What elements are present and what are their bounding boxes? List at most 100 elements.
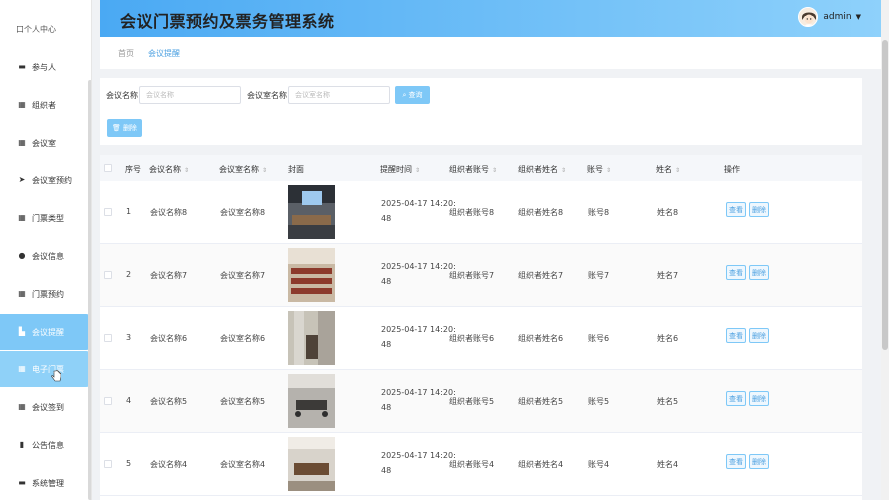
table-row: 5 会议名称4 会议室名称4 组织者账号4 组织者姓名4 账号4 姓名4 2025-04-17…	[100, 433, 862, 496]
cell-remind-time-seconds: 48	[381, 403, 392, 412]
delete-button[interactable]: 删除	[749, 328, 769, 343]
cell-room-name: 会议室名称4	[220, 460, 266, 469]
row-checkbox[interactable]	[104, 334, 112, 342]
col-meeting-name[interactable]: 会议名称 ⇕	[149, 164, 189, 175]
cover-image	[288, 311, 335, 365]
sidebar-item-label: 门票类型	[32, 213, 64, 223]
col-label: 组织者账号	[449, 165, 489, 174]
room-name-input[interactable]: 会议室名称	[288, 86, 390, 104]
cell-remind-time-seconds: 48	[381, 340, 392, 349]
sidebar-item-meeting-room[interactable]: ▦ 会议室	[0, 125, 91, 161]
delete-button[interactable]: 删除	[749, 454, 769, 469]
page-scrollbar[interactable]	[881, 0, 889, 500]
select-all-checkbox[interactable]	[104, 164, 112, 172]
sidebar-item-label: 会议提醒	[32, 327, 64, 337]
col-label: 会议室名称	[219, 165, 259, 174]
table-row: 4 会议名称5 会议室名称5 组织者账号5 组织者姓名5 账号5 姓名5 2025-04-17…	[100, 370, 862, 433]
cell-remind-time: 2025-04-17 14:20:	[381, 199, 456, 208]
col-org-name[interactable]: 组织者姓名 ⇕	[518, 164, 566, 175]
reminder-table: 序号 会议名称 ⇕ 会议室名称 ⇕ 封面 提醒时间 ⇕ 组织者账号 ⇕ 组织者姓名 ⇕ 账…	[100, 155, 862, 500]
scrollbar-thumb[interactable]	[882, 40, 888, 350]
cell-remind-time-seconds: 48	[381, 277, 392, 286]
view-button[interactable]: 查看	[726, 265, 746, 280]
cell-name: 姓名5	[657, 397, 679, 406]
breadcrumb: 首页 会议提醒	[100, 37, 881, 69]
delete-button[interactable]: 删除	[749, 202, 769, 217]
sort-icon: ⇕	[606, 167, 612, 174]
sort-icon: ⇕	[675, 167, 681, 174]
cell-index: 1	[126, 207, 132, 216]
batch-delete-label: 删除	[122, 124, 137, 132]
cell-index: 3	[126, 333, 132, 342]
col-label: 会议名称	[149, 165, 181, 174]
location-icon: ●	[18, 251, 26, 260]
breadcrumb-current: 会议提醒	[148, 48, 180, 58]
cell-org-name: 组织者姓名4	[518, 460, 564, 469]
sidebar-item-meeting-reminder[interactable]: ▙ 会议提醒	[0, 314, 91, 350]
breadcrumb-home[interactable]: 首页	[118, 48, 134, 59]
cell-account: 账号7	[588, 271, 610, 280]
sidebar-item-check-in[interactable]: ▦ 会议签到	[0, 389, 91, 425]
sidebar-item-label: 公告信息	[32, 440, 64, 450]
sidebar-item-announcements[interactable]: ▮ 公告信息	[0, 427, 91, 463]
top-header: 会议门票预约及票务管理系统 admin ▼	[100, 0, 881, 37]
cell-room-name: 会议室名称5	[220, 397, 266, 406]
table-row: 1 会议名称8 会议室名称8 组织者账号8 组织者姓名8 账号8 姓名8 2025-04-17…	[100, 181, 862, 244]
grid-icon: ▦	[18, 138, 26, 147]
table-row: 2 会议名称7 会议室名称7 组织者账号7 组织者姓名7 账号7 姓名7 2025-04-17…	[100, 244, 862, 307]
room-name-label: 会议室名称	[247, 91, 287, 100]
sort-icon: ⇕	[184, 167, 190, 174]
row-checkbox[interactable]	[104, 271, 112, 279]
sidebar-scrollbar[interactable]	[88, 80, 91, 500]
cover-image	[288, 248, 335, 302]
row-checkbox[interactable]	[104, 397, 112, 405]
cell-account: 账号5	[588, 397, 610, 406]
cell-meeting-name: 会议名称6	[150, 334, 188, 343]
cell-room-name: 会议室名称6	[220, 334, 266, 343]
sidebar-item-ticket-booking[interactable]: ▦ 门票预约	[0, 276, 91, 312]
col-name[interactable]: 姓名 ⇕	[656, 164, 680, 175]
id-card-icon: ▬	[18, 478, 26, 487]
user-menu[interactable]: admin ▼	[798, 7, 861, 27]
delete-button[interactable]: 删除	[749, 265, 769, 280]
view-button[interactable]: 查看	[726, 454, 746, 469]
grid-icon: ▦	[18, 100, 26, 109]
col-remind-time[interactable]: 提醒时间 ⇕	[380, 164, 420, 175]
search-icon: ⌕	[402, 90, 407, 99]
sidebar-item-meeting-info[interactable]: ● 会议信息	[0, 238, 91, 274]
view-button[interactable]: 查看	[726, 202, 746, 217]
col-room-name[interactable]: 会议室名称 ⇕	[219, 164, 267, 175]
batch-delete-button[interactable]: 🗑 删除	[107, 119, 142, 137]
cell-remind-time: 2025-04-17 14:20:	[381, 325, 456, 334]
sidebar-item-ticket-type[interactable]: ▦ 门票类型	[0, 200, 91, 236]
cell-index: 2	[126, 270, 132, 279]
view-button[interactable]: 查看	[726, 391, 746, 406]
bar-chart-icon: ▮	[19, 440, 25, 449]
meeting-name-input[interactable]: 会议名称	[139, 86, 241, 104]
row-checkbox[interactable]	[104, 208, 112, 216]
cell-remind-time: 2025-04-17 14:20:	[381, 388, 456, 397]
row-checkbox[interactable]	[104, 460, 112, 468]
sidebar-item-label: 门票预约	[32, 289, 64, 299]
cell-meeting-name: 会议名称5	[150, 397, 188, 406]
cell-org-account: 组织者账号4	[449, 460, 495, 469]
sidebar-item-participants[interactable]: ▬ 参与人	[0, 49, 91, 85]
sidebar-item-room-booking[interactable]: ➤ 会议室预约	[0, 162, 91, 198]
sidebar-item-organizers[interactable]: ▦ 组织者	[0, 87, 91, 123]
search-button[interactable]: ⌕ 查询	[395, 86, 430, 104]
col-org-account[interactable]: 组织者账号 ⇕	[449, 164, 497, 175]
table-row: 3 会议名称6 会议室名称6 组织者账号6 组织者姓名6 账号6 姓名6 2025-04-17…	[100, 307, 862, 370]
sidebar-item-e-ticket[interactable]: ▦ 电子门票	[0, 351, 91, 387]
trash-icon: 🗑	[112, 124, 121, 132]
view-button[interactable]: 查看	[726, 328, 746, 343]
cell-remind-time: 2025-04-17 14:20:	[381, 451, 456, 460]
cell-org-account: 组织者账号5	[449, 397, 495, 406]
sidebar-item-personal-center[interactable]: 口个人中心	[16, 24, 56, 35]
sort-icon: ⇕	[415, 167, 421, 174]
delete-button[interactable]: 删除	[749, 391, 769, 406]
sidebar-item-system-admin[interactable]: ▬ 系统管理	[0, 465, 91, 500]
cell-room-name: 会议室名称8	[220, 208, 266, 217]
col-account[interactable]: 账号 ⇕	[587, 164, 611, 175]
sidebar-item-label: 会议签到	[32, 402, 64, 412]
table-header: 序号 会议名称 ⇕ 会议室名称 ⇕ 封面 提醒时间 ⇕ 组织者账号 ⇕ 组织者姓名 ⇕ 账…	[100, 155, 862, 181]
